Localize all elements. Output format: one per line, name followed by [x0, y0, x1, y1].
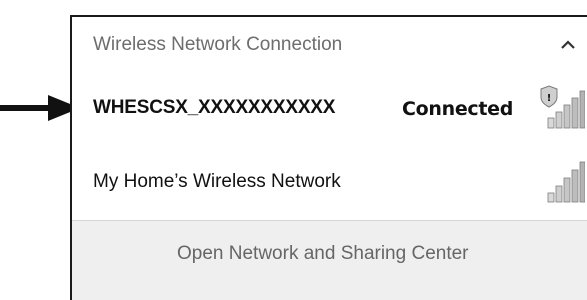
wifi-signal-secured-icon: !	[540, 85, 585, 129]
svg-text:!: !	[547, 93, 552, 104]
flyout-footer: Open Network and Sharing Center	[72, 221, 587, 300]
network-name: My Home’s Wireless Network	[93, 171, 341, 192]
network-status: Connected	[402, 98, 514, 120]
wifi-signal-icon	[547, 161, 585, 203]
chevron-up-icon	[561, 40, 575, 49]
network-item-connected[interactable]: WHESCSX_XXXXXXXXXXX Connected !	[72, 79, 587, 135]
shield-icon: !	[540, 85, 558, 108]
arrow-right-icon	[0, 95, 80, 121]
network-item[interactable]: My Home’s Wireless Network	[72, 153, 587, 209]
section-header: Wireless Network Connection	[72, 17, 587, 73]
network-name: WHESCSX_XXXXXXXXXXX	[93, 97, 336, 118]
network-flyout-panel: Wireless Network Connection WHESCSX_XXXX…	[70, 15, 587, 300]
screenshot-stage: Wireless Network Connection WHESCSX_XXXX…	[0, 0, 587, 300]
collapse-button[interactable]	[555, 33, 581, 57]
section-title: Wireless Network Connection	[93, 34, 343, 55]
open-network-sharing-center-link[interactable]: Open Network and Sharing Center	[177, 243, 469, 265]
